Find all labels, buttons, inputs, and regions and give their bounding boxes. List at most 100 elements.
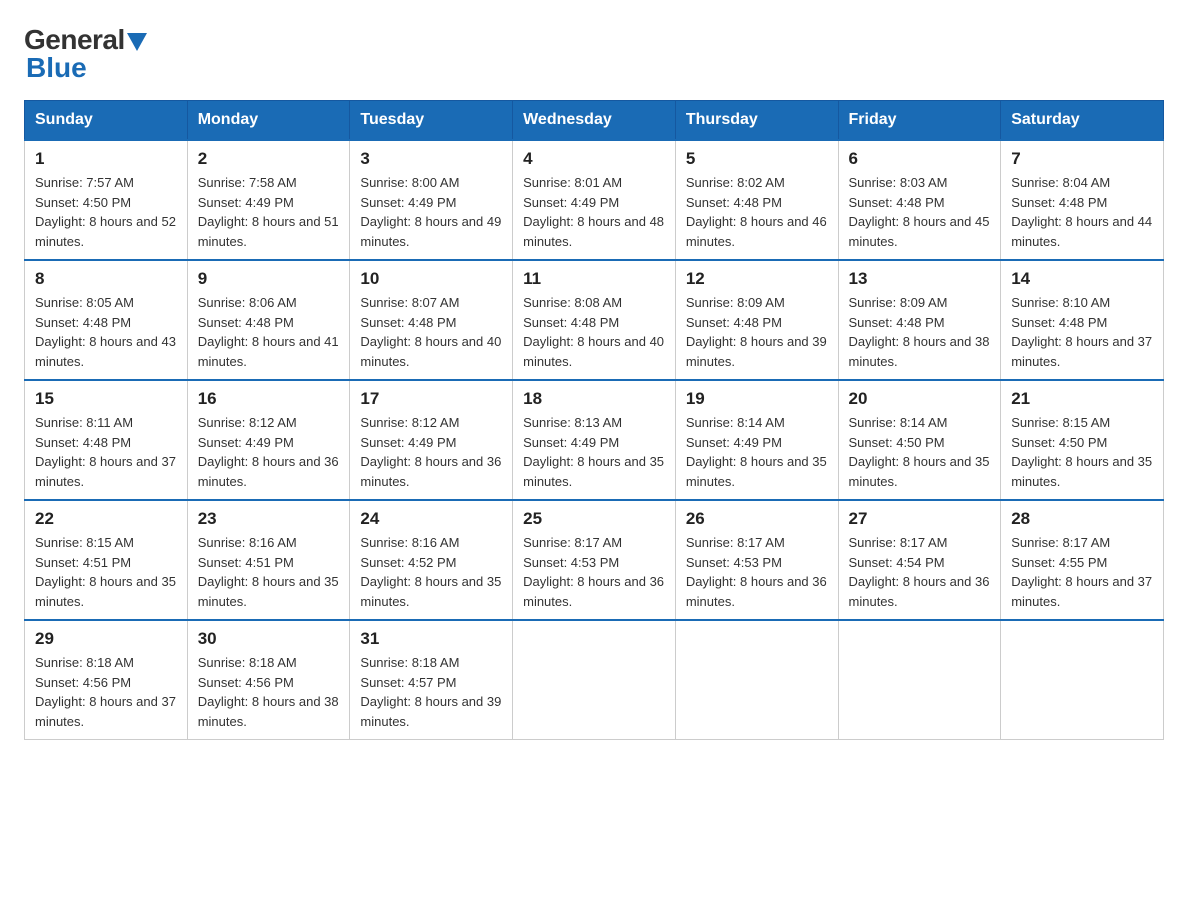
week-row-2: 8 Sunrise: 8:05 AMSunset: 4:48 PMDaylight… <box>25 260 1164 380</box>
day-info: Sunrise: 8:11 AMSunset: 4:48 PMDaylight:… <box>35 413 177 491</box>
calendar-cell: 26 Sunrise: 8:17 AMSunset: 4:53 PMDayligh… <box>675 500 838 620</box>
calendar-cell: 15Sunrise: 8:11 AMSunset: 4:48 PMDayligh… <box>25 380 188 500</box>
day-number: 20 <box>849 389 991 409</box>
day-number: 3 <box>360 149 502 169</box>
calendar-cell: 14 Sunrise: 8:10 AMSunset: 4:48 PMDayligh… <box>1001 260 1164 380</box>
day-info: Sunrise: 7:57 AMSunset: 4:50 PMDaylight:… <box>35 173 177 251</box>
day-number: 4 <box>523 149 665 169</box>
day-info: Sunrise: 8:06 AMSunset: 4:48 PMDaylight:… <box>198 293 340 371</box>
day-info: Sunrise: 8:18 AMSunset: 4:56 PMDaylight:… <box>35 653 177 731</box>
calendar-cell: 10 Sunrise: 8:07 AMSunset: 4:48 PMDayligh… <box>350 260 513 380</box>
day-number: 21 <box>1011 389 1153 409</box>
logo: General Blue <box>24 24 147 84</box>
week-row-4: 22Sunrise: 8:15 AMSunset: 4:51 PMDayligh… <box>25 500 1164 620</box>
logo-triangle-icon <box>127 33 147 51</box>
day-info: Sunrise: 8:09 AMSunset: 4:48 PMDaylight:… <box>686 293 828 371</box>
week-row-3: 15Sunrise: 8:11 AMSunset: 4:48 PMDayligh… <box>25 380 1164 500</box>
day-info: Sunrise: 8:07 AMSunset: 4:48 PMDaylight:… <box>360 293 502 371</box>
calendar-cell: 11 Sunrise: 8:08 AMSunset: 4:48 PMDayligh… <box>513 260 676 380</box>
day-number: 2 <box>198 149 340 169</box>
calendar-cell: 19 Sunrise: 8:14 AMSunset: 4:49 PMDayligh… <box>675 380 838 500</box>
day-info: Sunrise: 7:58 AMSunset: 4:49 PMDaylight:… <box>198 173 340 251</box>
day-number: 11 <box>523 269 665 289</box>
column-header-tuesday: Tuesday <box>350 101 513 141</box>
column-header-thursday: Thursday <box>675 101 838 141</box>
calendar-cell <box>675 620 838 740</box>
day-info: Sunrise: 8:17 AMSunset: 4:55 PMDaylight:… <box>1011 533 1153 611</box>
day-number: 30 <box>198 629 340 649</box>
day-info: Sunrise: 8:08 AMSunset: 4:48 PMDaylight:… <box>523 293 665 371</box>
day-number: 25 <box>523 509 665 529</box>
calendar-cell <box>838 620 1001 740</box>
calendar-cell: 17Sunrise: 8:12 AMSunset: 4:49 PMDayligh… <box>350 380 513 500</box>
calendar-cell: 7Sunrise: 8:04 AMSunset: 4:48 PMDaylight… <box>1001 140 1164 260</box>
day-info: Sunrise: 8:17 AMSunset: 4:53 PMDaylight:… <box>523 533 665 611</box>
calendar-cell: 21 Sunrise: 8:15 AMSunset: 4:50 PMDayligh… <box>1001 380 1164 500</box>
calendar-cell: 22Sunrise: 8:15 AMSunset: 4:51 PMDayligh… <box>25 500 188 620</box>
day-number: 18 <box>523 389 665 409</box>
day-info: Sunrise: 8:02 AMSunset: 4:48 PMDaylight:… <box>686 173 828 251</box>
day-number: 6 <box>849 149 991 169</box>
calendar-cell: 1 Sunrise: 7:57 AMSunset: 4:50 PMDaylight… <box>25 140 188 260</box>
day-info: Sunrise: 8:16 AMSunset: 4:51 PMDaylight:… <box>198 533 340 611</box>
day-info: Sunrise: 8:17 AMSunset: 4:53 PMDaylight:… <box>686 533 828 611</box>
day-info: Sunrise: 8:18 AMSunset: 4:57 PMDaylight:… <box>360 653 502 731</box>
column-header-wednesday: Wednesday <box>513 101 676 141</box>
week-row-5: 29 Sunrise: 8:18 AMSunset: 4:56 PMDayligh… <box>25 620 1164 740</box>
day-number: 14 <box>1011 269 1153 289</box>
day-number: 17 <box>360 389 502 409</box>
column-header-friday: Friday <box>838 101 1001 141</box>
day-number: 26 <box>686 509 828 529</box>
calendar-cell: 23 Sunrise: 8:16 AMSunset: 4:51 PMDayligh… <box>187 500 350 620</box>
day-number: 27 <box>849 509 991 529</box>
day-info: Sunrise: 8:12 AMSunset: 4:49 PMDaylight:… <box>198 413 340 491</box>
calendar-cell: 27 Sunrise: 8:17 AMSunset: 4:54 PMDayligh… <box>838 500 1001 620</box>
day-info: Sunrise: 8:10 AMSunset: 4:48 PMDaylight:… <box>1011 293 1153 371</box>
day-info: Sunrise: 8:17 AMSunset: 4:54 PMDaylight:… <box>849 533 991 611</box>
day-number: 28 <box>1011 509 1153 529</box>
calendar-cell: 8 Sunrise: 8:05 AMSunset: 4:48 PMDaylight… <box>25 260 188 380</box>
day-number: 19 <box>686 389 828 409</box>
calendar-cell: 28 Sunrise: 8:17 AMSunset: 4:55 PMDayligh… <box>1001 500 1164 620</box>
day-info: Sunrise: 8:00 AMSunset: 4:49 PMDaylight:… <box>360 173 502 251</box>
column-header-monday: Monday <box>187 101 350 141</box>
day-info: Sunrise: 8:09 AMSunset: 4:48 PMDaylight:… <box>849 293 991 371</box>
calendar-cell: 16 Sunrise: 8:12 AMSunset: 4:49 PMDayligh… <box>187 380 350 500</box>
page-header: General Blue <box>24 24 1164 84</box>
day-info: Sunrise: 8:15 AMSunset: 4:51 PMDaylight:… <box>35 533 177 611</box>
calendar-cell: 13 Sunrise: 8:09 AMSunset: 4:48 PMDayligh… <box>838 260 1001 380</box>
logo-blue-text: Blue <box>26 52 87 84</box>
calendar-cell: 29 Sunrise: 8:18 AMSunset: 4:56 PMDayligh… <box>25 620 188 740</box>
calendar-cell: 9 Sunrise: 8:06 AMSunset: 4:48 PMDaylight… <box>187 260 350 380</box>
day-number: 1 <box>35 149 177 169</box>
day-info: Sunrise: 8:16 AMSunset: 4:52 PMDaylight:… <box>360 533 502 611</box>
day-number: 16 <box>198 389 340 409</box>
day-info: Sunrise: 8:05 AMSunset: 4:48 PMDaylight:… <box>35 293 177 371</box>
day-number: 24 <box>360 509 502 529</box>
day-number: 8 <box>35 269 177 289</box>
day-info: Sunrise: 8:13 AMSunset: 4:49 PMDaylight:… <box>523 413 665 491</box>
day-number: 5 <box>686 149 828 169</box>
day-info: Sunrise: 8:01 AMSunset: 4:49 PMDaylight:… <box>523 173 665 251</box>
calendar-cell: 2 Sunrise: 7:58 AMSunset: 4:49 PMDaylight… <box>187 140 350 260</box>
calendar-cell <box>513 620 676 740</box>
day-number: 13 <box>849 269 991 289</box>
day-number: 9 <box>198 269 340 289</box>
calendar-cell: 12Sunrise: 8:09 AMSunset: 4:48 PMDayligh… <box>675 260 838 380</box>
calendar-cell: 24 Sunrise: 8:16 AMSunset: 4:52 PMDayligh… <box>350 500 513 620</box>
calendar-cell <box>1001 620 1164 740</box>
day-info: Sunrise: 8:15 AMSunset: 4:50 PMDaylight:… <box>1011 413 1153 491</box>
calendar-cell: 20Sunrise: 8:14 AMSunset: 4:50 PMDayligh… <box>838 380 1001 500</box>
column-header-saturday: Saturday <box>1001 101 1164 141</box>
day-number: 23 <box>198 509 340 529</box>
calendar-table: SundayMondayTuesdayWednesdayThursdayFrid… <box>24 100 1164 740</box>
day-number: 29 <box>35 629 177 649</box>
day-info: Sunrise: 8:14 AMSunset: 4:49 PMDaylight:… <box>686 413 828 491</box>
column-header-sunday: Sunday <box>25 101 188 141</box>
day-number: 10 <box>360 269 502 289</box>
calendar-cell: 6Sunrise: 8:03 AMSunset: 4:48 PMDaylight… <box>838 140 1001 260</box>
day-info: Sunrise: 8:04 AMSunset: 4:48 PMDaylight:… <box>1011 173 1153 251</box>
calendar-cell: 31Sunrise: 8:18 AMSunset: 4:57 PMDayligh… <box>350 620 513 740</box>
calendar-cell: 5 Sunrise: 8:02 AMSunset: 4:48 PMDaylight… <box>675 140 838 260</box>
calendar-cell: 18 Sunrise: 8:13 AMSunset: 4:49 PMDayligh… <box>513 380 676 500</box>
